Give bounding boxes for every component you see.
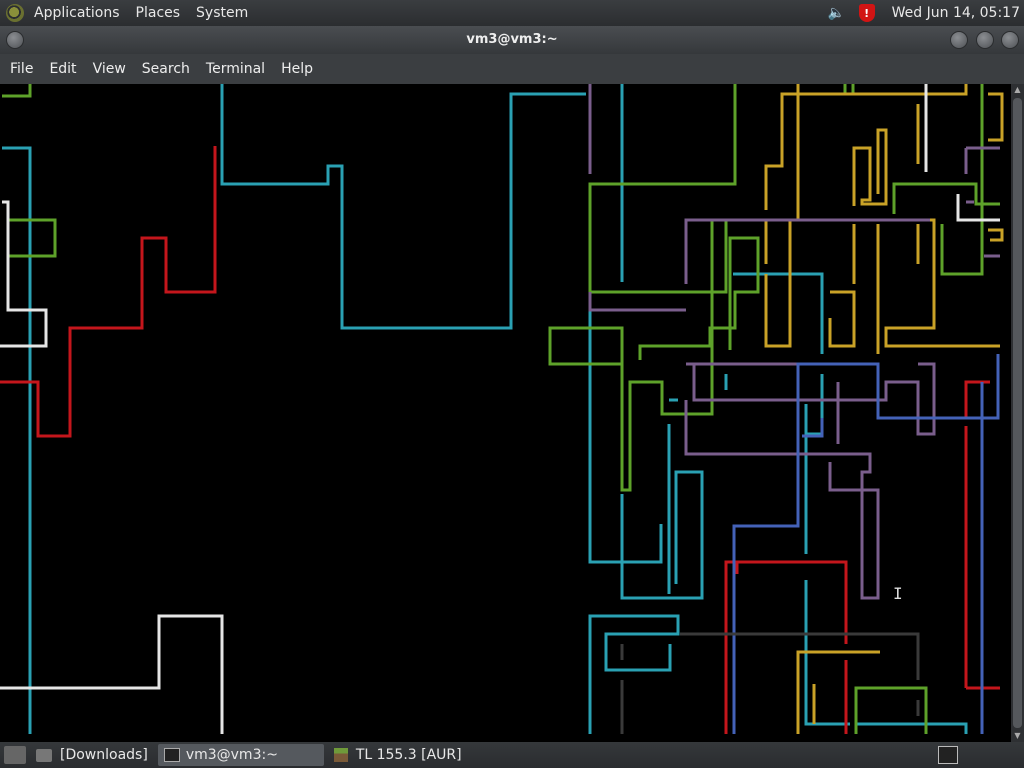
places-menu[interactable]: Places — [128, 0, 189, 26]
text-cursor-icon: I — [893, 584, 903, 603]
show-desktop-icon[interactable] — [4, 746, 26, 764]
top-panel: Applications Places System 🔈 ! Wed Jun 1… — [0, 0, 1024, 26]
scroll-down-icon[interactable]: ▼ — [1011, 730, 1024, 742]
terminal-icon — [163, 748, 180, 762]
menu-search[interactable]: Search — [134, 61, 198, 77]
menu-file[interactable]: File — [2, 61, 41, 77]
folder-icon — [36, 748, 52, 762]
pipes-purple — [588, 84, 1000, 600]
scroll-up-icon[interactable]: ▲ — [1011, 84, 1024, 96]
terminal-area[interactable]: I — [0, 84, 1011, 742]
grass-block-icon — [333, 748, 348, 762]
pipes-gray — [620, 632, 920, 734]
pipes-white — [0, 84, 1000, 734]
window-titlebar[interactable]: vm3@vm3:~ — [0, 26, 1024, 54]
taskbar-item-label: TL 155.3 [AUR] — [355, 747, 462, 763]
taskbar-item-label: vm3@vm3:~ — [185, 747, 278, 763]
minimize-button[interactable] — [950, 31, 968, 49]
system-menu[interactable]: System — [188, 0, 256, 26]
taskbar-item-terminal[interactable]: vm3@vm3:~ — [157, 744, 324, 766]
scrollbar-thumb[interactable] — [1013, 98, 1022, 728]
menu-edit[interactable]: Edit — [41, 61, 84, 77]
distro-logo-icon[interactable] — [6, 4, 24, 22]
maximize-button[interactable] — [976, 31, 994, 49]
shield-icon[interactable]: ! — [856, 2, 878, 24]
menu-terminal[interactable]: Terminal — [198, 61, 273, 77]
pipes-cyan — [2, 84, 968, 734]
bottom-panel: [Downloads] vm3@vm3:~ TL 155.3 [AUR] — [0, 742, 1024, 768]
pipes-red — [0, 146, 1000, 734]
window-title: vm3@vm3:~ — [466, 32, 558, 47]
pipes-drawing — [0, 84, 1004, 734]
volume-icon[interactable]: 🔈 — [826, 2, 848, 24]
taskbar-item-label: [Downloads] — [60, 747, 148, 763]
pipes-green — [2, 84, 1000, 734]
terminal-scrollbar[interactable]: ▲ ▼ — [1011, 84, 1024, 742]
menu-help[interactable]: Help — [273, 61, 321, 77]
menu-view[interactable]: View — [85, 61, 134, 77]
terminal-menubar: File Edit View Search Terminal Help — [0, 54, 1024, 84]
workspace-switcher-icon[interactable] — [938, 746, 958, 764]
window-menu-icon[interactable] — [6, 31, 24, 49]
close-button[interactable] — [1001, 31, 1019, 49]
taskbar-item-tl[interactable]: TL 155.3 [AUR] — [328, 744, 468, 766]
pipes-blue — [732, 354, 1000, 734]
taskbar-item-downloads[interactable]: [Downloads] — [30, 744, 154, 766]
applications-menu[interactable]: Applications — [26, 0, 128, 26]
clock[interactable]: Wed Jun 14, 05:17 — [882, 5, 1024, 21]
